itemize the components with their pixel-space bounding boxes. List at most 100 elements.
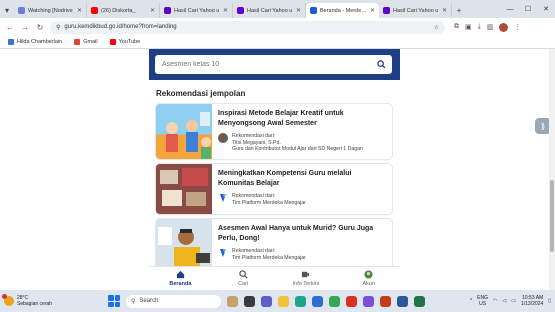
chat-icon[interactable]	[261, 295, 272, 307]
nav-item-akun[interactable]: Akun	[337, 267, 400, 290]
card-thumbnail	[156, 104, 212, 159]
rec-name: Titis Megayani, S.Pd.	[232, 139, 281, 146]
site-info-icon[interactable]: ⚲	[56, 24, 60, 31]
search-icon	[238, 270, 248, 279]
tab-close-icon[interactable]: ✕	[296, 7, 301, 14]
bookmark-item[interactable]: Gmail	[74, 39, 98, 45]
tab-close-icon[interactable]: ✕	[442, 7, 447, 14]
browser-tab-active[interactable]: Beranda - Merdeka ✕	[306, 3, 379, 18]
extension-icon[interactable]: ⧉	[454, 23, 459, 31]
tab-groups-icon[interactable]: ▣	[465, 23, 472, 31]
rec-name: Tim Platform Merdeka Mengajar	[232, 199, 306, 206]
back-icon[interactable]: ←	[5, 22, 15, 32]
menu-icon[interactable]: ⋮	[514, 23, 521, 31]
store-icon[interactable]	[312, 295, 323, 307]
forward-icon[interactable]: →	[20, 22, 30, 32]
search-icon[interactable]	[375, 58, 388, 71]
language-indicator[interactable]: ENG US	[477, 295, 488, 307]
tab-favicon-icon	[237, 7, 244, 14]
file-explorer-icon[interactable]	[278, 295, 289, 307]
tab-title: Hasil Cari Yahoo u	[393, 7, 439, 14]
weather-desc: Sebagian cerah	[17, 301, 53, 307]
recommendation-card[interactable]: Meningkatkan Kompetensi Guru melalui Kom…	[156, 164, 392, 214]
bookmark-label: Gmail	[83, 39, 98, 45]
window-controls: — ☐ ✕	[501, 0, 555, 18]
tab-title: Hasil Cari Yahoo u	[174, 7, 220, 14]
browser-tab[interactable]: Hasil Cari Yahoo u ✕	[160, 3, 233, 18]
card-title: Asesmen Awal Hanya untuk Murid? Guru Jug…	[218, 225, 374, 242]
recommendation-card[interactable]: Inspirasi Metode Belajar Kreatif untuk M…	[156, 104, 392, 159]
taskbar-search[interactable]: ⚲ Search	[126, 294, 221, 308]
system-tray: ^ ENG US ◠ ◁ ▭ 10:53 AM 1/13/2024 ▯	[470, 295, 551, 307]
url-text: guru.kemdikbud.go.id/home?from=landing	[64, 24, 177, 30]
page-scrollbar[interactable]	[549, 49, 555, 290]
clock[interactable]: 10:53 AM 1/13/2024	[521, 295, 543, 307]
rec-name: Tim Platform Merdeka Mengajar	[232, 254, 306, 261]
wifi-icon[interactable]: ◠	[493, 298, 497, 304]
nav-label: Akun	[362, 281, 375, 287]
bookmark-favicon-icon	[8, 39, 14, 45]
maximize-icon[interactable]: ☐	[519, 0, 537, 18]
new-tab-button[interactable]: +	[452, 3, 466, 18]
tab-search-icon[interactable]: ▾	[0, 3, 14, 18]
search-input[interactable]	[162, 61, 372, 68]
bookmarks-bar: Hilda Chamberlain Gmail YouTube	[0, 36, 555, 49]
youtube-icon	[109, 39, 116, 45]
download-icon[interactable]: ⤓	[478, 23, 481, 31]
bookmark-label: YouTube	[118, 39, 141, 45]
tab-close-icon[interactable]: ✕	[77, 7, 82, 14]
bookmark-item[interactable]: YouTube	[109, 39, 141, 45]
browser-tab[interactable]: (26) Diskorta_ ✕	[87, 3, 160, 18]
edge-icon[interactable]	[295, 295, 306, 307]
powerpoint-icon[interactable]	[380, 295, 391, 307]
start-button[interactable]	[108, 295, 120, 307]
nav-item-cari[interactable]: Cari	[212, 267, 275, 290]
gmail-icon	[74, 39, 81, 45]
avatar	[218, 133, 228, 143]
card-title: Meningkatkan Kompetensi Guru melalui Kom…	[218, 170, 352, 187]
task-view-icon[interactable]	[244, 295, 255, 307]
toolbar-right-icons: ⧉ ▣ ⤓ ▥ ⋮	[454, 22, 521, 32]
windows-taskbar: 28°C Sebagian cerah ⚲ Search ^ ENG US ◠ …	[0, 290, 555, 312]
browser-tab[interactable]: Watching [Nodrive ✕	[14, 3, 87, 18]
minimize-icon[interactable]: —	[501, 0, 519, 18]
page-viewport: Rekomendasi jempolan Inspirasi Metode Be…	[0, 49, 555, 290]
app-icon[interactable]	[363, 295, 374, 307]
chrome-icon[interactable]	[329, 295, 340, 307]
home-icon	[176, 270, 184, 279]
nav-label: Info Terkini	[292, 281, 320, 287]
word-icon[interactable]	[397, 295, 408, 307]
nav-item-info-terkini[interactable]: Info Terkini	[275, 267, 338, 290]
tab-close-icon[interactable]: ✕	[223, 7, 228, 14]
battery-icon[interactable]: ▭	[511, 298, 516, 304]
browser-tab-bar: ▾ Watching [Nodrive ✕ (26) Diskorta_ ✕ Has…	[0, 0, 555, 18]
app-icon[interactable]	[346, 295, 357, 307]
bookmark-star-icon[interactable]: ☆	[434, 24, 439, 31]
reload-icon[interactable]: ↻	[35, 22, 45, 32]
tab-title: (26) Diskorta_	[101, 7, 136, 14]
address-bar[interactable]: ⚲ guru.kemdikbud.go.id/home?from=landing…	[50, 20, 445, 34]
meeting-photo	[156, 164, 212, 214]
volume-icon[interactable]: ◁	[502, 298, 506, 304]
bookmark-item[interactable]: Hilda Chamberlain	[8, 39, 62, 45]
side-panel-icon[interactable]: ▥	[487, 23, 494, 31]
widgets-icon[interactable]	[227, 295, 238, 307]
weather-widget[interactable]: 28°C Sebagian cerah	[2, 294, 108, 307]
browser-tab[interactable]: Hasil Cari Yahoo u ✕	[233, 3, 306, 18]
nav-item-beranda[interactable]: Beranda	[149, 267, 212, 290]
excel-icon[interactable]	[414, 295, 425, 307]
notifications-icon[interactable]: ▯	[548, 298, 551, 304]
close-window-icon[interactable]: ✕	[537, 0, 555, 18]
tab-favicon-icon	[91, 7, 98, 14]
rec-label: Rekomendasi dari:	[232, 193, 276, 199]
search-box[interactable]	[155, 55, 392, 74]
scrollbar-thumb[interactable]	[550, 180, 554, 252]
tab-favicon-icon	[383, 7, 390, 14]
tab-close-icon[interactable]: ✕	[370, 7, 375, 14]
tab-close-icon[interactable]: ✕	[150, 7, 155, 14]
taskbar-apps	[227, 295, 425, 307]
profile-avatar[interactable]	[499, 22, 509, 32]
browser-tab[interactable]: Hasil Cari Yahoo u ✕	[379, 3, 452, 18]
merdeka-mengajar-logo-icon	[220, 249, 226, 257]
tray-chevron-icon[interactable]: ^	[470, 298, 472, 304]
